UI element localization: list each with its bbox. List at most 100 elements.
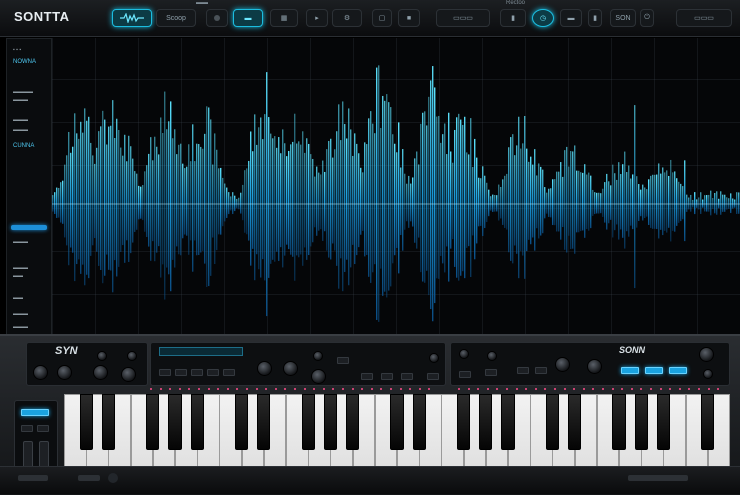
- synth-button-13[interactable]: [517, 367, 529, 374]
- black-key[interactable]: [545, 394, 560, 450]
- scoop-button[interactable]: Scoop: [156, 9, 196, 27]
- waveform-bar: [646, 189, 648, 217]
- sidebar-item-f[interactable]: ▬▬▬: [13, 265, 28, 271]
- knob-2[interactable]: [57, 365, 72, 380]
- synth-button-7[interactable]: [361, 373, 373, 380]
- knob-8[interactable]: [283, 361, 298, 376]
- waveform-bar: [354, 133, 356, 265]
- led: [409, 388, 412, 390]
- settings-icon: ⚙: [343, 15, 351, 22]
- sidebar-item-g[interactable]: ▬▬: [13, 273, 23, 279]
- knob-6[interactable]: [127, 351, 137, 361]
- synth-pad-2[interactable]: [645, 367, 663, 374]
- synth-button-4[interactable]: [207, 369, 219, 376]
- waveform-display[interactable]: [52, 38, 740, 338]
- black-key[interactable]: [701, 394, 715, 450]
- black-key[interactable]: [612, 394, 626, 450]
- master-button[interactable]: ▭▭▭: [676, 9, 732, 27]
- knob-16[interactable]: [699, 347, 714, 362]
- settings-button[interactable]: ⚙: [332, 9, 362, 27]
- octave-button[interactable]: [21, 409, 49, 416]
- synth-button-8[interactable]: [381, 373, 393, 380]
- led: [621, 388, 624, 390]
- clock-button[interactable]: ◷: [532, 9, 554, 27]
- loop-button[interactable]: ▢: [372, 9, 392, 27]
- knob-7[interactable]: [257, 361, 272, 376]
- synth-button-10[interactable]: [427, 373, 439, 380]
- synth-button-11[interactable]: [459, 371, 471, 378]
- sidebar-item-nowna[interactable]: NOWNA: [13, 59, 36, 65]
- synth-button-9[interactable]: [401, 373, 413, 380]
- black-key[interactable]: [301, 394, 315, 450]
- sidebar-item-b[interactable]: ▬▬▬: [13, 97, 28, 103]
- knob-3[interactable]: [97, 351, 107, 361]
- record-button[interactable]: [206, 9, 228, 27]
- mic-icon: ■: [406, 14, 412, 22]
- mic-button[interactable]: ■: [398, 9, 420, 27]
- sidebar-slider[interactable]: [11, 225, 47, 230]
- black-key[interactable]: [412, 394, 426, 450]
- knob-1[interactable]: [33, 365, 48, 380]
- black-key[interactable]: [168, 394, 182, 450]
- synth-button-6[interactable]: [337, 357, 349, 364]
- knob-9[interactable]: [313, 351, 323, 361]
- black-key[interactable]: [79, 394, 93, 450]
- black-key[interactable]: [234, 394, 249, 450]
- meter-button[interactable]: ▭▭▭: [436, 9, 490, 27]
- black-key[interactable]: [390, 394, 404, 450]
- knob-4[interactable]: [93, 365, 108, 380]
- waveform-bar: [450, 151, 452, 249]
- toolbar: SONTTA Scoop ▬▬ ▬ ▦ ▸ ⚙ ▢ ■ ▭▭▭ Rectoo ▮…: [0, 0, 740, 37]
- synth-button-14[interactable]: [535, 367, 547, 374]
- black-key[interactable]: [656, 394, 671, 450]
- waveform-bar: [216, 149, 218, 251]
- black-key[interactable]: [190, 394, 204, 450]
- sidebar-item-c[interactable]: ▬▬▬: [13, 117, 28, 123]
- sidebar-item-cunna[interactable]: CUNNA: [13, 143, 34, 149]
- sidebar-item-d[interactable]: ▬▬▬: [13, 127, 28, 133]
- synth-button-1[interactable]: [159, 369, 171, 376]
- power-button[interactable]: ⏻: [640, 9, 654, 27]
- synth-button-2[interactable]: [175, 369, 187, 376]
- sidebar-item-a[interactable]: ▬▬▬▬: [13, 89, 33, 95]
- folder-button[interactable]: ▬: [560, 9, 582, 27]
- play-button[interactable]: ▸: [306, 9, 328, 27]
- knob-10[interactable]: [311, 369, 326, 384]
- black-key[interactable]: [146, 394, 160, 450]
- knob-12[interactable]: [459, 349, 469, 359]
- knob-14[interactable]: [555, 357, 570, 372]
- black-key[interactable]: [567, 394, 582, 450]
- synth-button-3[interactable]: [191, 369, 203, 376]
- black-key[interactable]: [501, 394, 515, 450]
- black-key[interactable]: [634, 394, 648, 450]
- black-key[interactable]: [479, 394, 493, 450]
- bottom-jack[interactable]: [108, 473, 118, 483]
- octave-up-button[interactable]: [37, 425, 49, 432]
- sidebar-item-e[interactable]: ▬▬▬: [13, 239, 28, 245]
- octave-down-button[interactable]: [21, 425, 33, 432]
- black-key[interactable]: [257, 394, 271, 450]
- black-key[interactable]: [101, 394, 116, 450]
- list-button[interactable]: ▬: [233, 9, 263, 27]
- waveform-button[interactable]: [112, 9, 152, 27]
- sidebar-item-i[interactable]: ▬▬▬: [13, 311, 28, 317]
- knob-5[interactable]: [121, 367, 136, 382]
- synth-pad-1[interactable]: [621, 367, 639, 374]
- tool-button[interactable]: ▮: [500, 9, 526, 27]
- sidebar-item-h[interactable]: ▬▬: [13, 295, 23, 301]
- synth-pad-3[interactable]: [669, 367, 687, 374]
- black-key[interactable]: [456, 394, 471, 450]
- knob-11[interactable]: [429, 353, 439, 363]
- son-button[interactable]: SON: [610, 9, 636, 27]
- sidebar-item-j[interactable]: ▬▬▬: [13, 324, 28, 330]
- synth-button-5[interactable]: [223, 369, 235, 376]
- knob-15[interactable]: [587, 359, 602, 374]
- black-key[interactable]: [323, 394, 338, 450]
- knob-13[interactable]: [487, 351, 497, 361]
- synth-button-12[interactable]: [485, 369, 497, 376]
- knob-17[interactable]: [703, 369, 713, 379]
- waveform-bar: [582, 172, 584, 231]
- grid-button[interactable]: ▦: [270, 9, 298, 27]
- fader-button[interactable]: ▮: [588, 9, 602, 27]
- black-key[interactable]: [345, 394, 360, 450]
